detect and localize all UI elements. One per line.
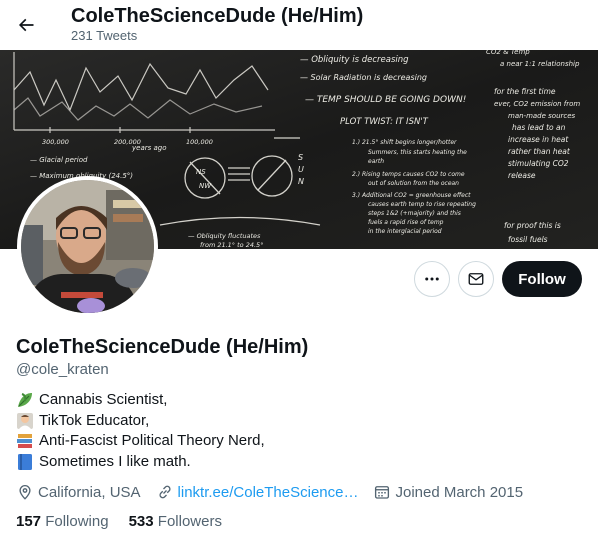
svg-text:NW: NW <box>199 182 212 190</box>
top-bar: ColeTheScienceDude (He/Him) 231 Tweets <box>0 0 598 50</box>
bio-line: Sometimes I like math. <box>16 452 265 473</box>
following-count: 157 <box>16 513 42 530</box>
header-title: ColeTheScienceDude (He/Him) <box>71 5 364 27</box>
bio-text: Cannabis Scientist, <box>39 391 168 408</box>
more-button[interactable] <box>414 261 450 297</box>
svg-text:rather than heat: rather than heat <box>508 147 571 156</box>
follow-button[interactable]: Follow <box>502 261 582 297</box>
tweet-count: 231 Tweets <box>71 28 138 43</box>
following-link[interactable]: 157 Following <box>16 513 109 530</box>
svg-text:— Solar Radiation is decreasin: — Solar Radiation is decreasing <box>300 73 427 82</box>
svg-text:100,000: 100,000 <box>186 138 213 146</box>
svg-text:CO2 & Temp: CO2 & Temp <box>486 50 530 56</box>
svg-text:years ago: years ago <box>131 144 167 152</box>
followers-count: 533 <box>128 513 154 530</box>
svg-text:man-made sources: man-made sources <box>508 112 576 120</box>
bio-text: Sometimes I like math. <box>39 452 191 470</box>
profile-meta: California, USA linktr.ee/ColeTheScience… <box>16 481 538 503</box>
following-label: Following <box>45 513 109 530</box>
bio-text: TikTok Educator, <box>39 411 150 429</box>
calendar-icon <box>375 486 390 499</box>
message-button[interactable] <box>458 261 494 297</box>
books-emoji-icon <box>17 434 32 449</box>
svg-text:in the interglacial period: in the interglacial period <box>368 228 442 235</box>
svg-text:— Obliquity is decreasing: — Obliquity is decreasing <box>300 55 409 65</box>
svg-text:— Glacial period: — Glacial period <box>30 156 88 164</box>
bio-text: Anti-Fascist Political Theory Nerd, <box>39 432 265 449</box>
svg-text:1.) 21.5° shift begins longer/: 1.) 21.5° shift begins longer/hotter <box>352 139 457 146</box>
location-text: California, USA <box>38 483 141 501</box>
svg-text:fuels a rapid rise of temp: fuels a rapid rise of temp <box>368 219 444 226</box>
bio-line: Anti-Fascist Political Theory Nerd, <box>16 431 265 452</box>
leaf-emoji-icon <box>18 393 32 408</box>
svg-text:U: U <box>298 165 304 174</box>
svg-text:fossil fuels: fossil fuels <box>508 235 548 244</box>
svg-text:from 21.1° to 24.5°: from 21.1° to 24.5° <box>200 241 263 249</box>
svg-text:PLOT TWIST: IT ISN'T: PLOT TWIST: IT ISN'T <box>340 117 429 127</box>
svg-text:earth: earth <box>368 158 384 165</box>
location-pin-icon <box>19 485 31 500</box>
profile-handle: @cole_kraten <box>16 361 109 378</box>
svg-text:Summers, this starts heating t: Summers, this starts heating the <box>368 149 467 156</box>
blue-book-emoji-icon <box>18 453 32 470</box>
svg-text:300,000: 300,000 <box>42 138 69 146</box>
joined-text: Joined March 2015 <box>395 483 524 501</box>
svg-text:steps 1&2 (+majority) and this: steps 1&2 (+majority) and this <box>368 210 461 217</box>
svg-text:a near 1:1 relationship: a near 1:1 relationship <box>500 60 580 68</box>
svg-text:out of solution from the ocean: out of solution from the ocean <box>368 180 459 187</box>
location: California, USA <box>16 483 141 501</box>
bio-line: TikTok Educator, <box>16 411 265 432</box>
svg-text:release: release <box>508 171 536 180</box>
arrow-left-icon <box>18 18 34 32</box>
svg-text:3.) Additional CO2 = greenhous: 3.) Additional CO2 = greenhouse effect <box>352 192 471 199</box>
svg-text:stimulating CO2: stimulating CO2 <box>508 159 569 168</box>
svg-text:— TEMP SHOULD BE GOING DOWN!: — TEMP SHOULD BE GOING DOWN! <box>305 95 466 105</box>
svg-text:causes earth temp to rise repe: causes earth temp to rise repeating <box>368 201 476 208</box>
profile-bio: Cannabis Scientist, TikTok Educator, Ant… <box>16 390 265 472</box>
followers-link[interactable]: 533 Followers <box>129 513 222 530</box>
profile-avatar[interactable] <box>17 176 158 317</box>
scientist-emoji-icon <box>17 412 33 429</box>
link-icon <box>158 485 171 499</box>
svg-text:N: N <box>298 177 304 186</box>
website: linktr.ee/ColeTheScience… <box>156 483 359 501</box>
follow-counts: 157 Following 533 Followers <box>16 513 242 530</box>
followers-label: Followers <box>157 513 222 530</box>
profile-name: ColeTheScienceDude (He/Him) <box>16 336 309 358</box>
svg-text:increase in heat: increase in heat <box>508 135 569 144</box>
back-button[interactable] <box>8 7 44 43</box>
svg-text:— Obliquity fluctuates: — Obliquity fluctuates <box>188 232 261 240</box>
svg-text:NS: NS <box>196 168 206 176</box>
svg-text:for the first time: for the first time <box>494 87 556 96</box>
svg-text:2.) Rising temps causes CO2 to: 2.) Rising temps causes CO2 to come <box>352 171 465 178</box>
svg-text:for proof this is: for proof this is <box>504 221 561 230</box>
website-link[interactable]: linktr.ee/ColeTheScience… <box>178 484 359 501</box>
more-horizontal-icon <box>425 277 439 281</box>
avatar-photo <box>21 180 154 313</box>
envelope-icon <box>468 273 484 285</box>
svg-text:S: S <box>298 153 303 162</box>
bio-line: Cannabis Scientist, <box>16 390 265 411</box>
joined-date: Joined March 2015 <box>373 483 523 501</box>
svg-text:ever, CO2 emission from: ever, CO2 emission from <box>494 100 580 108</box>
svg-text:has lead to an: has lead to an <box>512 123 566 132</box>
